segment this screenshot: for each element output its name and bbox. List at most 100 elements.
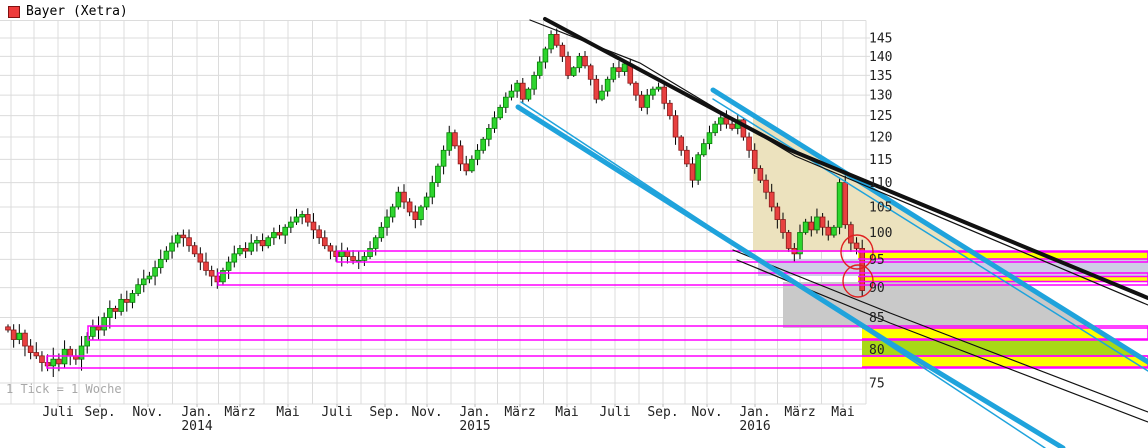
candle-down: [452, 132, 458, 147]
candle-down: [780, 219, 786, 233]
candle-down: [406, 201, 413, 213]
y-tick-label: 120: [869, 131, 892, 146]
candle-down: [316, 229, 322, 239]
candle-up: [169, 242, 175, 252]
candle-up: [163, 250, 170, 260]
x-tick-label: Juli: [42, 405, 73, 420]
tick-interval-note: 1 Tick = 1 Woche: [6, 382, 122, 396]
candle-up: [836, 182, 843, 228]
candle-up: [548, 34, 554, 50]
candle-down: [633, 82, 639, 96]
candle-down: [321, 237, 328, 247]
candle-up: [706, 132, 713, 145]
candle-up: [525, 88, 532, 100]
x-tick-label: März: [504, 405, 535, 420]
candle-up: [78, 345, 85, 360]
candle-down: [457, 145, 464, 165]
candle-up: [220, 270, 226, 283]
y-tick-label: 145: [869, 32, 892, 47]
candle-up: [536, 61, 543, 76]
candle-up: [701, 143, 707, 156]
candle-up: [135, 284, 141, 294]
candle-down: [859, 248, 866, 291]
candle-down: [22, 332, 28, 347]
yellow-band-83: [862, 328, 1112, 339]
candle-up: [118, 298, 124, 312]
candle-up: [542, 48, 549, 63]
x-tick-label: Nov.: [132, 405, 163, 420]
candle-up: [712, 123, 718, 134]
candle-up: [107, 307, 113, 318]
candle-up: [101, 317, 107, 331]
candle-down: [242, 248, 249, 252]
y-tick-label: 110: [869, 176, 892, 191]
candle-down: [672, 115, 679, 138]
x-tick-label: Jan.: [739, 405, 770, 420]
candle-down: [746, 136, 752, 151]
candle-down: [553, 34, 560, 46]
x-tick-label: Nov.: [691, 405, 722, 420]
candle-up: [293, 216, 300, 223]
candle-up: [395, 191, 402, 208]
candle-up: [338, 250, 345, 257]
candle-up: [531, 75, 537, 90]
candle-down: [774, 206, 781, 220]
y-tick-label: 135: [869, 69, 892, 84]
y-tick-label: 95: [869, 253, 885, 268]
candle-up: [16, 332, 23, 340]
candle-down: [757, 168, 764, 181]
candle-down: [559, 44, 566, 57]
candle-up: [248, 242, 255, 252]
candle-up: [378, 226, 385, 239]
legend-color-swatch: [8, 5, 20, 18]
candle-down: [112, 307, 119, 312]
x-tick-label: März: [784, 405, 815, 420]
y-tick-label: 85: [869, 311, 885, 326]
candle-down: [412, 211, 419, 220]
candle-up: [621, 63, 628, 72]
candle-up: [84, 335, 90, 347]
candle-up: [650, 88, 656, 96]
candle-down: [208, 270, 215, 277]
candle-up: [435, 165, 441, 183]
candle-down: [191, 245, 198, 255]
candle-up: [418, 206, 424, 220]
candle-up: [814, 216, 820, 231]
candle-up: [265, 237, 272, 247]
candle-down: [95, 326, 102, 331]
x-tick-label: Nov.: [411, 405, 442, 420]
candle-up: [152, 267, 158, 277]
candle-up: [486, 127, 492, 140]
candle-down: [305, 214, 311, 223]
x-tick-label: Mai: [276, 405, 299, 420]
candle-up: [146, 275, 153, 280]
candle-up: [157, 258, 164, 269]
y-tick-label: 90: [869, 281, 885, 296]
candle-up: [831, 226, 837, 236]
yellow-band-95: [858, 252, 1148, 259]
candle-down: [751, 149, 758, 169]
candle-up: [446, 132, 453, 151]
year-label: 2015: [459, 419, 490, 434]
candle-up: [474, 149, 481, 160]
candle-up: [288, 221, 294, 228]
chart-window: 145 140 135 130 125 120 115 110 105 100 95 90 85 80 75…: [0, 0, 1148, 448]
candle-down: [67, 348, 74, 357]
candle-down: [197, 253, 204, 263]
candle-up: [503, 96, 509, 108]
candle-down: [689, 163, 696, 181]
legend: Bayer (Xetra): [8, 4, 128, 19]
candle-up: [90, 326, 96, 337]
candle-down: [327, 245, 334, 252]
candle-down: [729, 123, 735, 129]
y-tick-label: 100: [869, 226, 892, 241]
candle-down: [333, 250, 339, 257]
candle-up: [254, 239, 260, 244]
candle-down: [259, 239, 266, 247]
x-tick-label: Jan.: [459, 405, 490, 420]
candle-up: [361, 256, 368, 261]
x-tick-label: Sep.: [84, 405, 115, 420]
candle-down: [203, 261, 209, 271]
candle-down: [10, 329, 17, 340]
candle-up: [384, 216, 390, 228]
